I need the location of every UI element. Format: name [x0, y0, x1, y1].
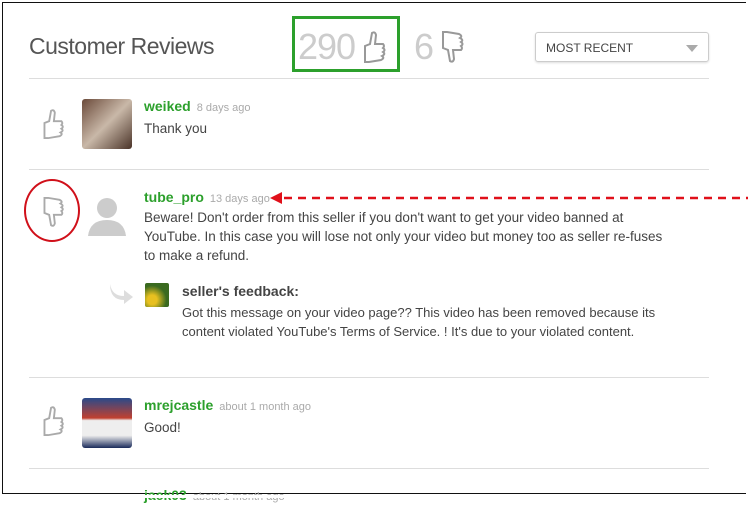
reply-arrow-icon — [110, 284, 133, 304]
negative-count: 6 — [414, 26, 465, 68]
thumbs-up-icon — [364, 31, 386, 63]
review-time: about 1 month ago — [219, 401, 312, 413]
review-text: Good! — [144, 420, 181, 435]
review-username[interactable]: tube_pro — [144, 189, 204, 205]
divider — [29, 377, 709, 378]
seller-avatar — [145, 283, 169, 307]
page-title: Customer Reviews — [29, 33, 215, 59]
divider — [29, 169, 709, 170]
negative-count-value: 6 — [414, 26, 434, 67]
positive-count-value: 290 — [298, 26, 356, 67]
seller-feedback-label: seller's feedback: — [182, 283, 299, 299]
sort-select[interactable]: MOST RECENT — [535, 32, 709, 62]
review-time: 8 days ago — [196, 102, 251, 114]
thumbs-down-icon — [442, 31, 464, 63]
sort-select-value: MOST RECENT — [546, 41, 634, 55]
avatar[interactable] — [82, 398, 132, 448]
default-avatar-icon — [88, 198, 126, 236]
avatar[interactable] — [82, 99, 132, 149]
thumbs-up-icon — [43, 406, 64, 437]
review-username[interactable]: weiked — [144, 98, 191, 114]
review-username[interactable]: mrejcastle — [144, 397, 213, 413]
chevron-down-icon — [686, 45, 698, 52]
thumbs-up-icon — [43, 109, 64, 140]
positive-count: 290 — [298, 26, 387, 68]
annotation-arrow — [270, 192, 748, 204]
seller-feedback-text: Got this message on your video page?? Th… — [182, 305, 656, 339]
divider — [29, 468, 709, 469]
divider — [29, 78, 709, 79]
review-text: Thank you — [144, 121, 208, 136]
review-time: 13 days ago — [209, 193, 270, 205]
thumbs-down-icon — [43, 196, 64, 227]
review-text: Beware! Don't order from this seller if … — [144, 210, 663, 263]
